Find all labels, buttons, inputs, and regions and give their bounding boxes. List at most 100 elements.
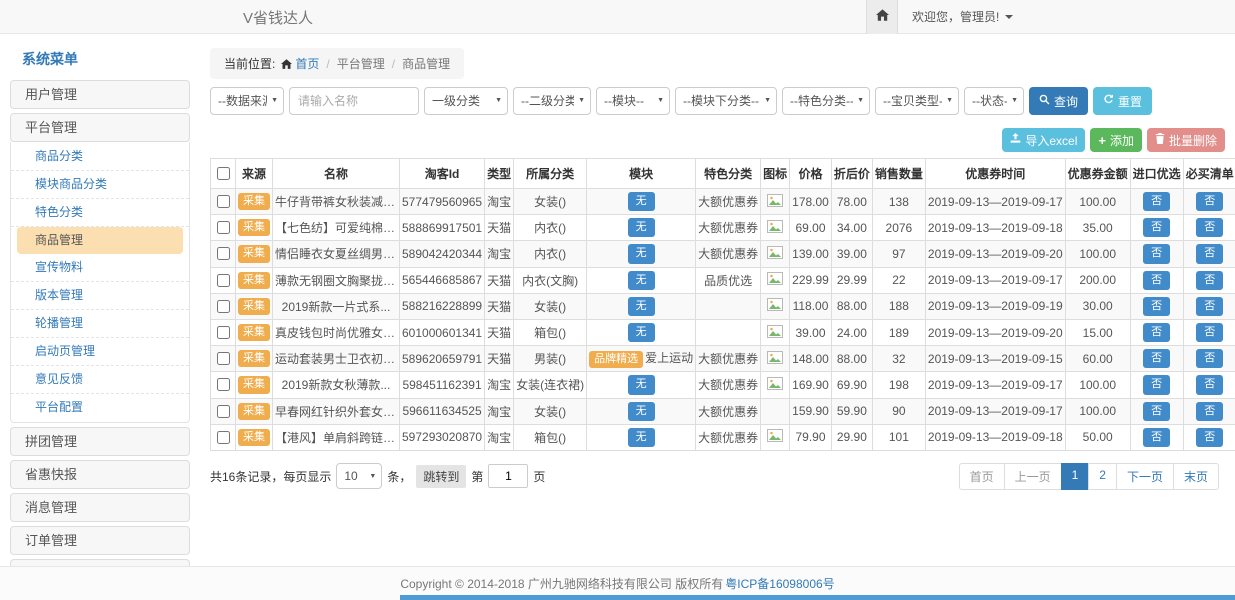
per-page-select[interactable]: 10 <box>336 463 382 489</box>
product-name: 牛仔背带裤女秋装减龄... <box>273 189 400 215</box>
sidebar-item-platform-mgmt[interactable]: 平台管理 <box>10 113 190 142</box>
must-buy-toggle[interactable]: 否 <box>1196 192 1223 211</box>
row-checkbox[interactable] <box>217 274 230 287</box>
add-button[interactable]: + 添加 <box>1090 128 1142 152</box>
import-select-toggle[interactable]: 否 <box>1143 349 1170 368</box>
discount-price: 29.90 <box>831 424 872 450</box>
must-buy-toggle[interactable]: 否 <box>1196 323 1223 342</box>
page-button-page-1[interactable]: 1 <box>1061 463 1090 490</box>
refresh-icon <box>1103 94 1114 108</box>
product-name: 早春网红针织外套女春... <box>273 398 400 424</box>
batch-delete-button[interactable]: 批量删除 <box>1147 128 1225 152</box>
page-button-page-2[interactable]: 2 <box>1088 463 1117 490</box>
must-buy-toggle[interactable]: 否 <box>1196 244 1223 263</box>
price: 178.00 <box>790 189 832 215</box>
row-checkbox[interactable] <box>217 326 230 339</box>
sidebar-item-saving-news[interactable]: 省惠快报 <box>10 460 190 489</box>
sidebar-subitem-promo-material[interactable]: 宣传物料 <box>11 254 189 282</box>
jump-page-input[interactable] <box>488 464 528 488</box>
select-all-checkbox[interactable] <box>217 167 230 180</box>
sidebar-item-user-mgmt[interactable]: 用户管理 <box>10 80 190 109</box>
import-select-toggle[interactable]: 否 <box>1143 218 1170 237</box>
must-buy-toggle[interactable]: 否 <box>1196 297 1223 316</box>
import-select-toggle[interactable]: 否 <box>1143 297 1170 316</box>
search-button[interactable]: 查询 <box>1029 87 1088 115</box>
row-checkbox[interactable] <box>217 195 230 208</box>
row-checkbox[interactable] <box>217 300 230 313</box>
sidebar-subitem-carousel-mgmt[interactable]: 轮播管理 <box>11 310 189 338</box>
sidebar-subitem-feature-category[interactable]: 特色分类 <box>11 199 189 227</box>
price: 39.00 <box>790 319 832 345</box>
row-checkbox[interactable] <box>217 221 230 234</box>
product-category: 男装() <box>514 346 587 372</box>
filter-bar: --数据来源--▼一级分类▼--二级分类--▼--模块--▼--模块下分类--▼… <box>210 87 1225 115</box>
must-buy-toggle[interactable]: 否 <box>1196 402 1223 421</box>
bottom-scrollbar[interactable] <box>400 595 1235 600</box>
sidebar-item-message-mgmt[interactable]: 消息管理 <box>10 493 190 522</box>
module-cell: 无 <box>587 267 696 293</box>
icon-cell <box>761 346 790 372</box>
upload-icon <box>1010 133 1021 147</box>
sidebar-subitem-splash-page-mgmt[interactable]: 启动页管理 <box>11 338 189 366</box>
product-name: 薄款无钢圈文胸聚拢性... <box>273 267 400 293</box>
sidebar-subitem-version-mgmt[interactable]: 版本管理 <box>11 282 189 310</box>
module-select[interactable]: --模块-- <box>596 87 670 115</box>
product-type: 淘宝 <box>485 241 514 267</box>
image-icon <box>767 379 783 393</box>
user-menu[interactable]: 欢迎您，管理员! <box>912 8 1013 25</box>
row-checkbox[interactable] <box>217 431 230 444</box>
import-excel-button[interactable]: 导入excel <box>1002 128 1085 152</box>
level2-category-select[interactable]: --二级分类-- <box>513 87 591 115</box>
sidebar-subitem-label: 平台配置 <box>35 400 83 414</box>
row-checkbox[interactable] <box>217 247 230 260</box>
import-select-toggle[interactable]: 否 <box>1143 323 1170 342</box>
module-badge: 品牌精选 <box>589 351 643 368</box>
import-select-toggle[interactable]: 否 <box>1143 271 1170 290</box>
data-source-select[interactable]: --数据来源-- <box>210 87 284 115</box>
jump-button[interactable]: 跳转到 <box>416 465 466 488</box>
import-select-toggle[interactable]: 否 <box>1143 428 1170 447</box>
sidebar-subitem-goods-mgmt[interactable]: 商品管理 <box>17 227 183 254</box>
level1-category-select[interactable]: 一级分类 <box>424 87 508 115</box>
sidebar-subitem-goods-category[interactable]: 商品分类 <box>11 143 189 171</box>
module-badge: 无 <box>628 271 655 290</box>
import-select-toggle[interactable]: 否 <box>1143 192 1170 211</box>
page-button-next[interactable]: 下一页 <box>1116 463 1174 490</box>
image-icon <box>767 274 783 288</box>
must-buy-toggle[interactable]: 否 <box>1196 271 1223 290</box>
must-buy-toggle[interactable]: 否 <box>1196 218 1223 237</box>
sidebar-subitem-platform-config[interactable]: 平台配置 <box>11 394 189 421</box>
must-buy-toggle[interactable]: 否 <box>1196 349 1223 368</box>
row-checkbox[interactable] <box>217 405 230 418</box>
must-buy-toggle[interactable]: 否 <box>1196 428 1223 447</box>
page-button-last[interactable]: 末页 <box>1173 463 1219 490</box>
breadcrumb-home-link[interactable]: 首页 <box>295 57 319 71</box>
image-icon <box>767 196 783 210</box>
sidebar-item-groupbuy-mgmt[interactable]: 拼团管理 <box>10 427 190 456</box>
status-select[interactable]: --状态-- <box>964 87 1024 115</box>
sidebar-subitem-module-goods-category[interactable]: 模块商品分类 <box>11 171 189 199</box>
home-button[interactable] <box>866 0 898 34</box>
import-select-toggle[interactable]: 否 <box>1143 375 1170 394</box>
page-button-first[interactable]: 首页 <box>959 463 1005 490</box>
sidebar-item-order-mgmt[interactable]: 订单管理 <box>10 526 190 555</box>
row-checkbox[interactable] <box>217 378 230 391</box>
breadcrumb-separator: / <box>392 57 395 71</box>
discount-price: 59.90 <box>831 398 872 424</box>
sidebar-subitem-feedback[interactable]: 意见反馈 <box>11 366 189 394</box>
item-type-select[interactable]: --宝贝类型-- <box>875 87 959 115</box>
product-name-input[interactable] <box>289 87 419 115</box>
must-buy-toggle[interactable]: 否 <box>1196 375 1223 394</box>
row-checkbox[interactable] <box>217 352 230 365</box>
feature-category-select[interactable]: --特色分类-- <box>782 87 870 115</box>
import-select-toggle[interactable]: 否 <box>1143 244 1170 263</box>
coupon-time: 2019-09-13—2019-09-17 <box>925 372 1065 398</box>
import-select-toggle[interactable]: 否 <box>1143 402 1170 421</box>
page-button-prev[interactable]: 上一页 <box>1004 463 1062 490</box>
taoke-id: 577479560965 <box>400 189 485 215</box>
reset-button[interactable]: 重置 <box>1093 87 1152 115</box>
module-subcategory-select[interactable]: --模块下分类-- <box>675 87 777 115</box>
icp-link[interactable]: 粤ICP备16098006号 <box>725 575 834 592</box>
icon-cell <box>761 189 790 215</box>
price: 79.90 <box>790 424 832 450</box>
